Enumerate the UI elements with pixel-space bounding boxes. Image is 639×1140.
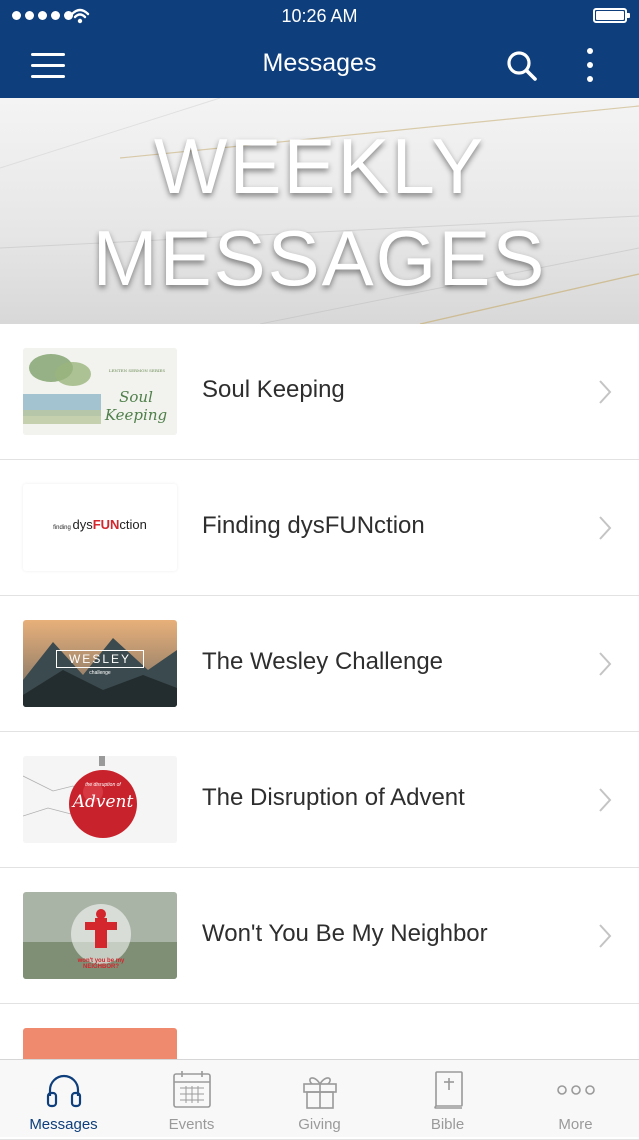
status-bar: 10:26 AM bbox=[0, 0, 639, 34]
message-title: Finding dysFUNction bbox=[202, 512, 425, 539]
tab-label: More bbox=[558, 1116, 593, 1133]
series-thumbnail: finding dysFUNction bbox=[23, 484, 177, 571]
message-title: The Disruption of Advent bbox=[202, 784, 465, 811]
nav-bar: Messages bbox=[0, 34, 639, 98]
thumb-text: WESLEY bbox=[56, 650, 144, 668]
tab-label: Bible bbox=[430, 1116, 465, 1133]
thumb-text: Advent bbox=[72, 792, 134, 812]
message-list: LENTEN SERMON SERIES Soul Keeping Soul K… bbox=[0, 324, 639, 1140]
tab-events[interactable]: Events bbox=[128, 1060, 255, 1137]
top-bar: 10:26 AM Messages bbox=[0, 0, 639, 98]
banner-line-1: WEEKLY bbox=[153, 122, 486, 210]
chevron-right-icon bbox=[599, 516, 612, 540]
message-title: Won't You Be My Neighbor bbox=[202, 920, 488, 947]
banner-line-2: MESSAGES bbox=[92, 214, 547, 302]
status-time: 10:26 AM bbox=[281, 6, 358, 26]
message-title: Soul Keeping bbox=[202, 376, 345, 403]
page-title: Messages bbox=[262, 49, 377, 77]
thumb-text: Soul Keeping bbox=[104, 388, 168, 424]
weekly-messages-banner: WEEKLY MESSAGES bbox=[0, 98, 639, 324]
bible-icon bbox=[434, 1071, 463, 1109]
battery-icon bbox=[593, 8, 630, 23]
list-item[interactable]: the disruption of Advent The Disruption … bbox=[0, 732, 639, 868]
tab-label: Messages bbox=[29, 1116, 98, 1133]
series-thumbnail: WESLEY challenge bbox=[23, 620, 177, 707]
tab-label: Giving bbox=[298, 1116, 341, 1133]
list-item[interactable]: finding dysFUNction Finding dysFUNction bbox=[0, 460, 639, 596]
thumb-caption: the disruption of bbox=[85, 782, 121, 788]
chevron-right-icon bbox=[599, 380, 612, 404]
headphones-icon bbox=[46, 1074, 82, 1108]
series-thumbnail: won't you be my NEIGHBOR? bbox=[23, 892, 177, 979]
tab-messages[interactable]: Messages bbox=[0, 1060, 127, 1137]
thumb-caption: LENTEN SERMON SERIES bbox=[108, 368, 166, 373]
tab-bar: Messages Events Giving Bible More bbox=[0, 1059, 639, 1137]
gift-icon bbox=[303, 1077, 337, 1109]
thumb-caption: challenge bbox=[89, 670, 111, 676]
thumb-text: finding dysFUNction bbox=[53, 517, 147, 532]
tab-bible[interactable]: Bible bbox=[384, 1060, 511, 1137]
tab-more[interactable]: More bbox=[512, 1060, 639, 1137]
series-thumbnail: the disruption of Advent bbox=[23, 756, 177, 843]
chevron-right-icon bbox=[599, 652, 612, 676]
tab-giving[interactable]: Giving bbox=[256, 1060, 383, 1137]
list-item[interactable]: LENTEN SERMON SERIES Soul Keeping Soul K… bbox=[0, 324, 639, 460]
list-item[interactable]: won't you be my NEIGHBOR? Won't You Be M… bbox=[0, 868, 639, 1004]
tab-label: Events bbox=[168, 1116, 215, 1133]
series-thumbnail: LENTEN SERMON SERIES Soul Keeping bbox=[23, 348, 177, 435]
chevron-right-icon bbox=[599, 788, 612, 812]
calendar-icon bbox=[173, 1071, 211, 1108]
thumb-text: won't you be my NEIGHBOR? bbox=[77, 958, 125, 970]
ellipsis-icon bbox=[557, 1085, 595, 1095]
search-icon[interactable] bbox=[506, 50, 538, 82]
overflow-menu-icon[interactable] bbox=[584, 48, 596, 84]
message-title: The Wesley Challenge bbox=[202, 648, 444, 675]
chevron-right-icon bbox=[599, 924, 612, 948]
list-item[interactable]: WESLEY challenge The Wesley Challenge bbox=[0, 596, 639, 732]
